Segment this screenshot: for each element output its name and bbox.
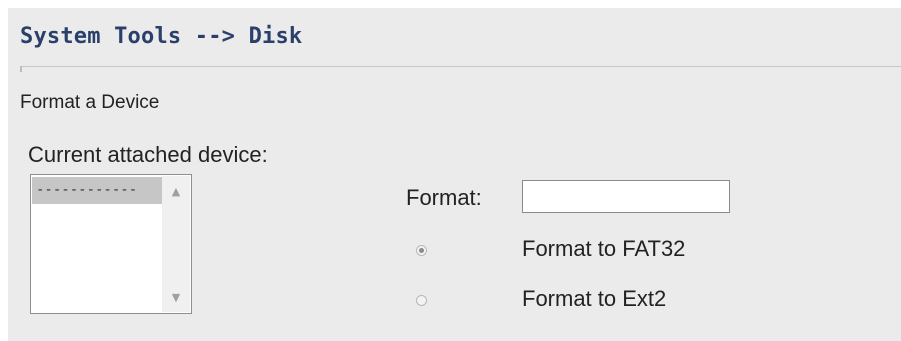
title-divider: [20, 66, 901, 67]
format-ext2-label: Format to Ext2: [522, 286, 667, 311]
format-input[interactable]: [522, 180, 730, 213]
section-title: Format a Device: [20, 92, 160, 113]
radio-ext2[interactable]: [416, 295, 427, 306]
radio-fat32[interactable]: [416, 245, 427, 256]
listbox-scrollbar[interactable]: ▲ ▼: [162, 176, 190, 312]
scroll-up-arrow-icon[interactable]: ▲: [162, 180, 190, 204]
page-title: System Tools --> Disk: [20, 24, 303, 49]
format-fat32-label: Format to FAT32: [522, 236, 686, 261]
device-list-option[interactable]: ------------: [32, 177, 162, 204]
device-list-label: Current attached device:: [28, 142, 268, 167]
device-listbox[interactable]: ------------ ▲ ▼: [30, 174, 192, 314]
format-label: Format:: [406, 185, 482, 210]
divider-tick: [20, 66, 22, 72]
scroll-down-arrow-icon[interactable]: ▼: [162, 286, 190, 310]
disk-panel: System Tools --> Disk Format a Device Cu…: [8, 8, 901, 341]
